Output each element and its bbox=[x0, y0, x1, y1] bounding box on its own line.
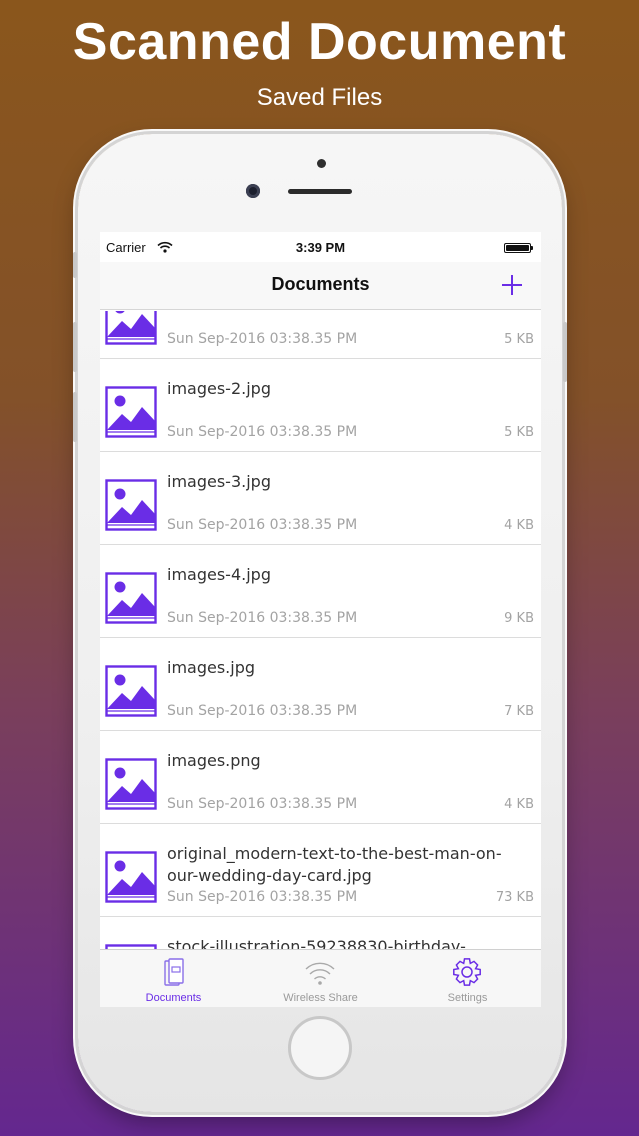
plus-icon bbox=[502, 275, 522, 295]
tab-documents[interactable]: Documents bbox=[100, 950, 247, 1007]
file-row[interactable]: images-3.jpg Sun Sep-2016 03:38.35 PM 4 KB bbox=[100, 452, 541, 545]
document-list-content: Sun Sep-2016 03:38.35 PM 5 KB images-2.jpg… bbox=[100, 311, 541, 949]
file-size: 5 KB bbox=[504, 332, 534, 347]
file-name: original_modern-text-to-the-best-man-on-… bbox=[167, 844, 502, 885]
promo-subtitle: Saved Files bbox=[256, 84, 383, 111]
tab-settings[interactable]: Settings bbox=[394, 950, 541, 1007]
app-screen: Carrier 3:39 PM Documents Sun Sep-2016 0… bbox=[100, 232, 541, 1007]
document-list[interactable]: Sun Sep-2016 03:38.35 PM 5 KB images-2.jpg… bbox=[100, 311, 541, 949]
documents-icon bbox=[164, 958, 184, 986]
navigation-bar: Documents bbox=[100, 262, 541, 310]
file-date: Sun Sep-2016 03:38.35 PM bbox=[167, 331, 358, 347]
image-file-icon bbox=[105, 479, 157, 531]
file-name: images.png bbox=[167, 751, 261, 770]
proximity-sensor bbox=[317, 159, 326, 168]
file-date: Sun Sep-2016 03:38.35 PM bbox=[167, 610, 358, 626]
clock: 3:39 PM bbox=[295, 240, 346, 255]
mute-switch bbox=[73, 252, 77, 278]
image-file-icon bbox=[105, 851, 157, 903]
file-date: Sun Sep-2016 03:38.35 PM bbox=[167, 796, 358, 812]
file-row[interactable]: images-4.jpg Sun Sep-2016 03:38.35 PM 9 KB bbox=[100, 545, 541, 638]
tab-documents-label: Documents bbox=[145, 992, 202, 1004]
volume-up-button bbox=[73, 322, 77, 372]
image-file-icon bbox=[105, 758, 157, 810]
file-row[interactable]: stock-illustration-59238830-birthday-inv… bbox=[100, 917, 541, 949]
battery-icon bbox=[504, 243, 531, 253]
wifi-icon bbox=[305, 962, 335, 985]
add-document-button[interactable] bbox=[495, 268, 529, 302]
file-size: 9 KB bbox=[504, 611, 534, 626]
file-date: Sun Sep-2016 03:38.35 PM bbox=[167, 703, 358, 719]
volume-down-button bbox=[73, 392, 77, 442]
file-date: Sun Sep-2016 03:38.35 PM bbox=[167, 517, 358, 533]
image-file-icon bbox=[105, 572, 157, 624]
gear-icon bbox=[453, 958, 481, 986]
file-row[interactable]: images.png Sun Sep-2016 03:38.35 PM 4 KB bbox=[100, 731, 541, 824]
image-file-icon bbox=[105, 665, 157, 717]
tab-wireless-share[interactable]: Wireless Share bbox=[247, 950, 394, 1007]
file-name: images.jpg bbox=[167, 658, 256, 677]
file-row[interactable]: original_modern-text-to-the-best-man-on-… bbox=[100, 824, 541, 917]
image-file-icon bbox=[105, 311, 157, 345]
battery-tip bbox=[531, 246, 533, 250]
file-name: images-4.jpg bbox=[167, 565, 271, 584]
file-date: Sun Sep-2016 03:38.35 PM bbox=[167, 424, 358, 440]
file-row[interactable]: images-2.jpg Sun Sep-2016 03:38.35 PM 5 KB bbox=[100, 359, 541, 452]
power-button bbox=[563, 322, 567, 382]
front-camera bbox=[246, 184, 260, 198]
promo-title: Scanned Document bbox=[72, 13, 567, 71]
file-size: 73 KB bbox=[495, 890, 534, 905]
file-size: 7 KB bbox=[504, 704, 534, 719]
page-title: Documents bbox=[271, 274, 370, 294]
file-row[interactable]: images.jpg Sun Sep-2016 03:38.35 PM 7 KB bbox=[100, 638, 541, 731]
file-size: 4 KB bbox=[504, 518, 534, 533]
status-bar: Carrier 3:39 PM bbox=[100, 232, 541, 262]
file-size: 4 KB bbox=[504, 797, 534, 812]
tab-bar: Documents Wireless Share Settings bbox=[100, 949, 541, 1007]
file-name: stock-illustration-59238830-birthday-inv… bbox=[167, 937, 466, 949]
earpiece-speaker bbox=[288, 189, 352, 194]
file-size: 5 KB bbox=[504, 425, 534, 440]
file-name: images-2.jpg bbox=[167, 379, 271, 398]
file-row[interactable]: Sun Sep-2016 03:38.35 PM 5 KB bbox=[100, 311, 541, 359]
file-date: Sun Sep-2016 03:38.35 PM bbox=[167, 889, 358, 905]
tab-settings-label: Settings bbox=[447, 992, 488, 1004]
image-file-icon bbox=[105, 386, 157, 438]
tab-wireless-share-label: Wireless Share bbox=[283, 992, 358, 1004]
home-button[interactable] bbox=[288, 1016, 352, 1080]
file-name: images-3.jpg bbox=[167, 472, 271, 491]
